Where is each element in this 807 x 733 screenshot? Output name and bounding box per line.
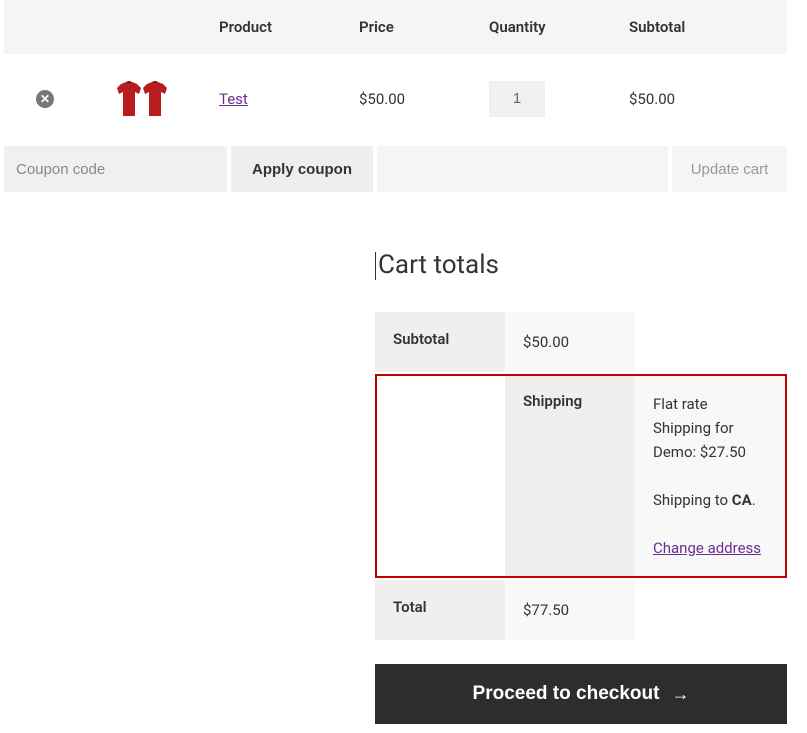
remove-item-icon[interactable]: ✕: [36, 90, 54, 108]
quantity-input[interactable]: [489, 81, 545, 117]
cart-totals-table: Subtotal $50.00 Shipping Flat rate Shipp…: [375, 310, 787, 642]
proceed-to-checkout-button[interactable]: Proceed to checkout →: [375, 664, 787, 724]
cart-items-table: Product Price Quantity Subtotal ✕: [4, 0, 787, 143]
text-cursor: [375, 252, 376, 280]
arrow-right-icon: →: [671, 684, 689, 705]
cart-totals-section: Cart totals Subtotal $50.00 Shipping Fla…: [375, 250, 787, 724]
apply-coupon-button[interactable]: Apply coupon: [231, 146, 373, 192]
total-label: Total: [375, 580, 505, 640]
col-quantity-header: Quantity: [479, 0, 619, 54]
product-thumbnail[interactable]: [114, 74, 169, 119]
shipping-destination: Shipping to CA.: [653, 488, 769, 512]
actions-spacer: [377, 146, 668, 192]
change-address-link[interactable]: Change address: [653, 536, 761, 560]
col-remove-header: [4, 0, 74, 54]
col-product-header: Product: [209, 0, 349, 54]
total-row: Total $77.50: [375, 580, 787, 640]
shipping-method: Flat rate Shipping for Demo: $27.50: [653, 392, 769, 464]
col-subtotal-header: Subtotal: [619, 0, 787, 54]
shipping-label: Shipping: [505, 374, 635, 578]
item-price: $50.00: [349, 54, 479, 143]
cart-totals-title: Cart totals: [375, 250, 787, 280]
checkout-label: Proceed to checkout: [473, 683, 660, 705]
subtotal-label: Subtotal: [375, 312, 505, 372]
col-price-header: Price: [349, 0, 479, 54]
subtotal-row: Subtotal $50.00: [375, 312, 787, 372]
cart-actions-row: Apply coupon Update cart: [4, 146, 787, 192]
shipping-row: Shipping Flat rate Shipping for Demo: $2…: [375, 374, 787, 578]
cart-item-row: ✕ Test $50.00: [4, 54, 787, 143]
update-cart-button: Update cart: [672, 146, 787, 192]
coupon-code-input[interactable]: [4, 146, 227, 192]
total-value: $77.50: [505, 580, 635, 640]
col-thumb-header: [74, 0, 209, 54]
product-name-link[interactable]: Test: [219, 90, 248, 108]
item-subtotal: $50.00: [619, 54, 787, 143]
subtotal-value: $50.00: [505, 312, 635, 372]
